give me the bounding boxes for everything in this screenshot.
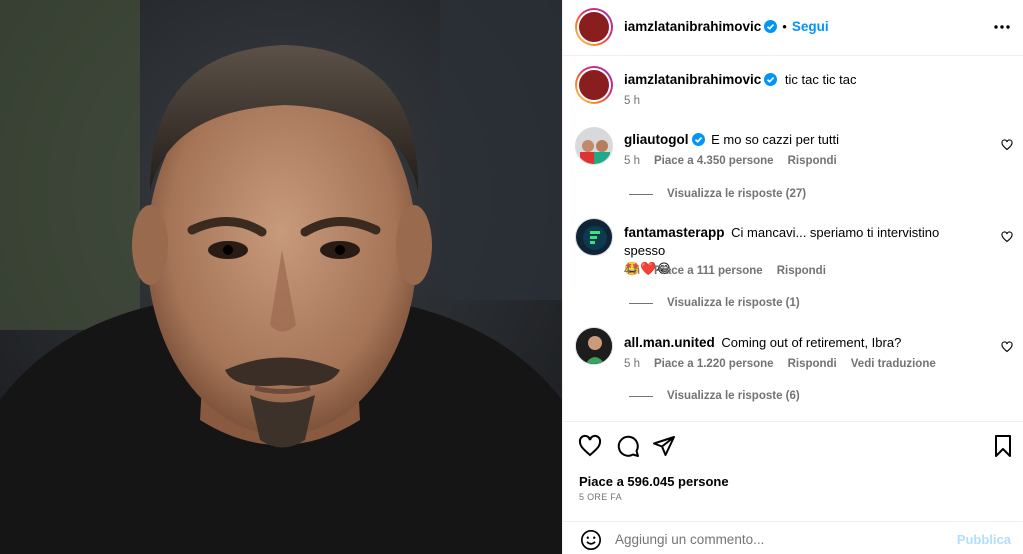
translate-button[interactable]: Vedi traduzione xyxy=(851,358,936,370)
comment-meta: 5 h Piace a 1.220 persone Rispondi Vedi tra… xyxy=(624,358,950,370)
post-header: iamzlatanibrahimovic • Segui xyxy=(563,0,1023,56)
comment-avatar[interactable] xyxy=(575,327,613,365)
comment-time[interactable]: 5 h xyxy=(624,358,640,370)
comment-avatar[interactable] xyxy=(575,218,613,256)
comment-username[interactable]: gliautogol xyxy=(624,132,689,147)
verified-badge-icon xyxy=(764,20,778,33)
comment: all.man.united Coming out of retirement,… xyxy=(624,334,994,352)
caption-time[interactable]: 5 h xyxy=(624,95,640,107)
share-icon[interactable] xyxy=(652,434,676,458)
view-replies-button[interactable]: Visualizza le risposte (6) xyxy=(629,390,800,402)
heart-icon[interactable] xyxy=(578,434,602,458)
comment-text: Coming out of retirement, Ibra? xyxy=(721,335,902,350)
view-replies-label: Visualizza le risposte (27) xyxy=(667,188,807,200)
caption-meta: 5 h xyxy=(624,95,654,107)
caption-text: tic tac tic tac xyxy=(784,72,857,87)
verified-badge-icon xyxy=(691,133,705,146)
follow-button[interactable]: Segui xyxy=(792,19,829,34)
caption: iamzlatanibrahimovic tic tac tic tac xyxy=(624,71,856,89)
gliautogol-avatar-image xyxy=(580,140,610,164)
publish-button[interactable]: Pubblica xyxy=(957,532,1011,547)
bookmark-icon[interactable] xyxy=(991,434,1015,458)
comment-time[interactable]: 5 h xyxy=(624,155,640,167)
emoji-icon[interactable] xyxy=(580,529,602,551)
reply-button[interactable]: Rispondi xyxy=(777,265,826,277)
author-avatar[interactable] xyxy=(575,8,613,46)
verified-badge-icon xyxy=(764,73,778,86)
comment-username[interactable]: all.man.united xyxy=(624,335,715,350)
replies-line xyxy=(629,302,653,304)
caption-username[interactable]: iamzlatanibrahimovic xyxy=(624,72,761,87)
comment-text: E mo so cazzi per tutti xyxy=(711,132,840,147)
portrait-image xyxy=(0,0,562,554)
all-man-united-avatar-image xyxy=(576,328,612,364)
view-replies-label: Visualizza le risposte (6) xyxy=(667,390,800,402)
post-timestamp: 5 ORE FA xyxy=(579,492,622,502)
comment-meta: 5 h Piace a 4.350 persone Rispondi xyxy=(624,155,851,167)
comment-like-heart-icon[interactable] xyxy=(1001,341,1013,353)
replies-line xyxy=(629,193,653,195)
reply-button[interactable]: Rispondi xyxy=(788,155,837,167)
separator-dot: • xyxy=(782,19,787,34)
view-replies-button[interactable]: Visualizza le risposte (1) xyxy=(629,297,800,309)
comment-like-heart-icon[interactable] xyxy=(1001,231,1013,243)
comment-likes[interactable]: Piace a 4.350 persone xyxy=(654,155,774,167)
comment-likes[interactable]: Piace a 1.220 persone xyxy=(654,358,774,370)
author-username[interactable]: iamzlatanibrahimovic xyxy=(624,19,761,34)
more-options-icon[interactable] xyxy=(994,19,1010,35)
comment-avatar[interactable] xyxy=(575,127,613,165)
comment-username[interactable]: fantamasterapp xyxy=(624,225,725,240)
likes-count[interactable]: Piace a 596.045 persone xyxy=(579,474,729,489)
post-details-panel: iamzlatanibrahimovic • Segui iamzlatanibra… xyxy=(562,0,1023,554)
reply-button[interactable]: Rispondi xyxy=(788,358,837,370)
comment-likes[interactable]: Piace a 111 persone xyxy=(654,265,763,277)
replies-line xyxy=(629,395,653,397)
caption-avatar[interactable] xyxy=(575,66,613,104)
view-replies-label: Visualizza le risposte (1) xyxy=(667,297,800,309)
comment-like-heart-icon[interactable] xyxy=(1001,139,1013,151)
comment-input[interactable] xyxy=(615,532,945,547)
fantamasterapp-avatar-image xyxy=(583,226,607,250)
comment-meta: 4 h Piace a 111 persone Rispondi xyxy=(624,265,840,277)
comment-composer: Pubblica xyxy=(563,521,1023,554)
comment: gliautogol E mo so cazzi per tutti xyxy=(624,131,994,149)
view-replies-button[interactable]: Visualizza le risposte (27) xyxy=(629,188,806,200)
post-photo[interactable] xyxy=(0,0,562,554)
comment-icon[interactable] xyxy=(616,434,640,458)
comment-time[interactable]: 4 h xyxy=(624,265,640,277)
